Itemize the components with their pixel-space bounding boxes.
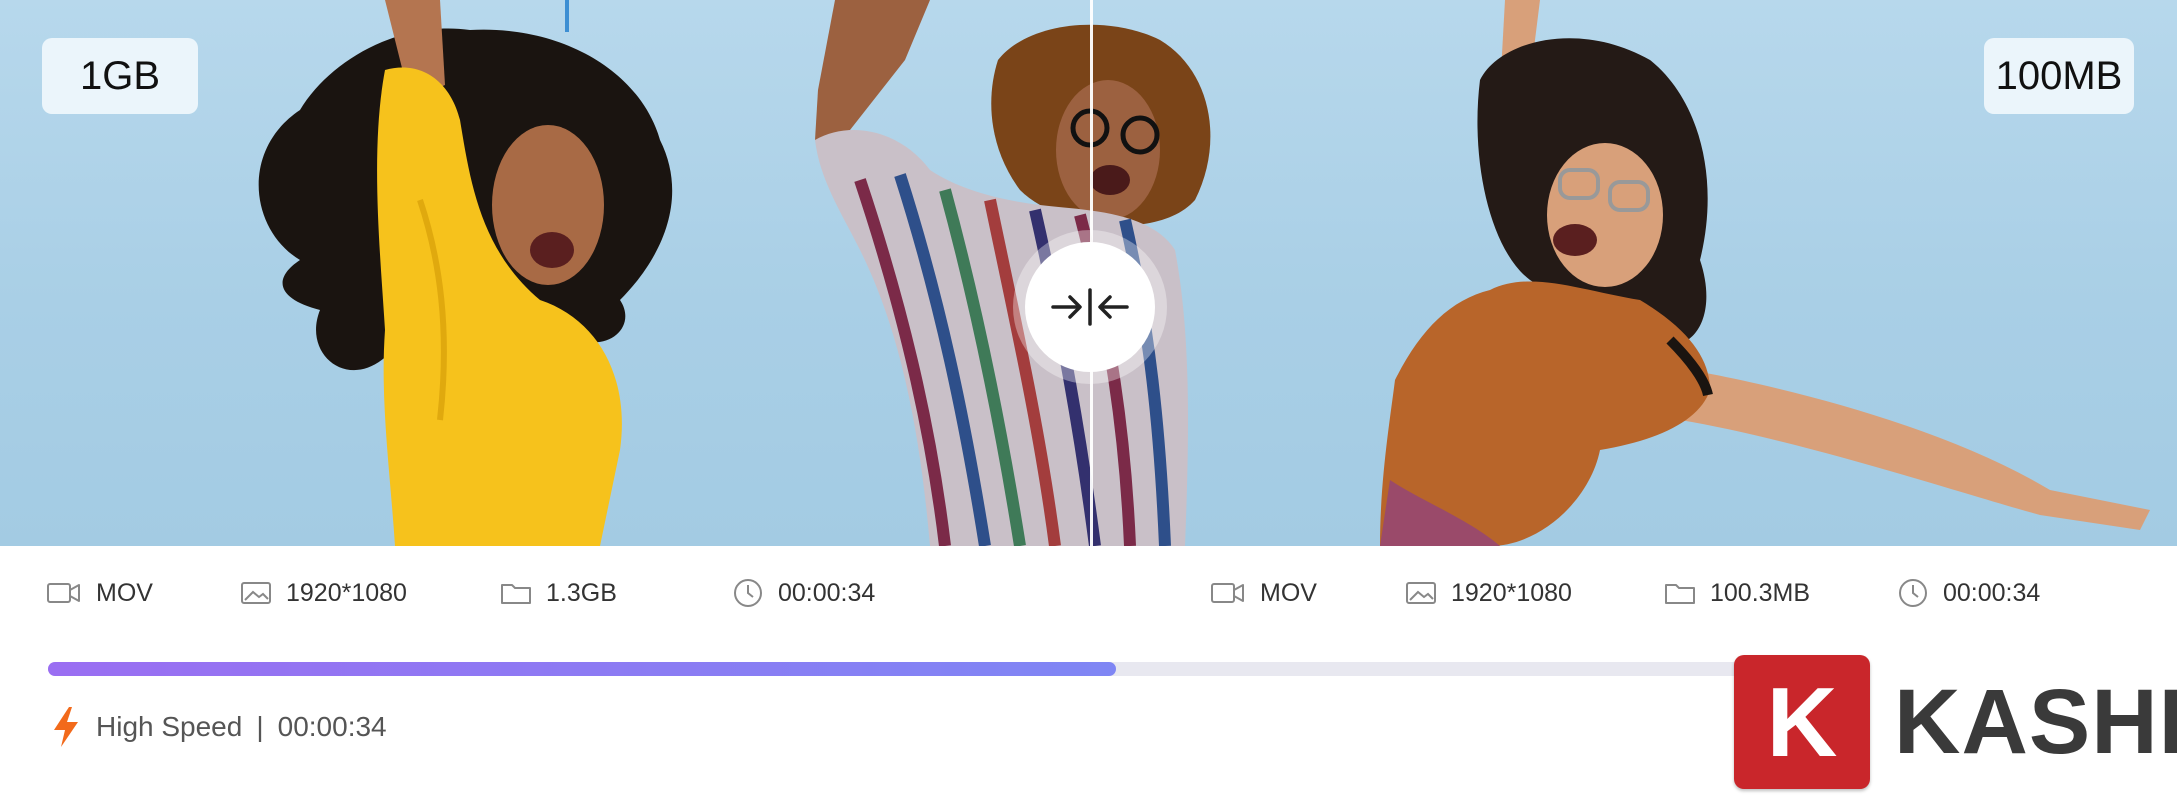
speed-status: High Speed | 00:00:34 xyxy=(50,704,387,750)
compression-progress-fill xyxy=(48,662,1116,676)
lightning-bolt-icon xyxy=(54,707,78,747)
image-icon xyxy=(241,582,271,604)
original-size-badge: 1GB xyxy=(42,38,198,114)
kashi-watermark: K KASHI xyxy=(1734,655,2177,789)
compare-slider-handle[interactable] xyxy=(1025,242,1155,372)
folder-icon xyxy=(1665,584,1695,604)
video-camera-icon xyxy=(47,583,80,603)
speed-mode-label: High Speed xyxy=(96,711,243,742)
dancer-middle xyxy=(815,0,1211,546)
original-file-size: 1.3GB xyxy=(500,576,617,610)
original-resolution-label: 1920*1080 xyxy=(286,578,407,607)
video-compressor-card: 1GB 100MB MOV 1920*1080 1.3GB 00:00:34 M… xyxy=(0,0,2177,800)
compressed-format: MOV xyxy=(1210,576,1317,610)
folder-icon xyxy=(501,584,531,604)
video-preview: 1GB 100MB xyxy=(0,0,2177,546)
compressed-file-size: 100.3MB xyxy=(1664,576,1810,610)
original-duration-label: 00:00:34 xyxy=(778,578,876,607)
compress-arrows-icon xyxy=(1051,288,1129,326)
compressed-resolution-label: 1920*1080 xyxy=(1451,578,1572,607)
clock-icon xyxy=(1899,579,1927,607)
dancer-left xyxy=(258,0,673,546)
kashi-logo-text: KASHI xyxy=(1894,670,2177,773)
elapsed-time-label: 00:00:34 xyxy=(277,711,387,742)
clock-icon xyxy=(734,579,762,607)
compressed-duration: 00:00:34 xyxy=(1897,576,2040,610)
compressed-duration-label: 00:00:34 xyxy=(1943,578,2041,607)
original-duration: 00:00:34 xyxy=(732,576,875,610)
compression-progress-bar xyxy=(48,662,1828,676)
compressed-file-size-label: 100.3MB xyxy=(1710,578,1811,607)
compressed-size-badge: 100MB xyxy=(1984,38,2134,114)
video-camera-icon xyxy=(1211,583,1244,603)
original-file-size-label: 1.3GB xyxy=(546,578,617,607)
compressed-format-label: MOV xyxy=(1260,578,1317,607)
compressed-resolution: 1920*1080 xyxy=(1405,576,1572,610)
original-resolution: 1920*1080 xyxy=(240,576,407,610)
original-format-label: MOV xyxy=(96,578,153,607)
speed-separator: | xyxy=(256,711,264,742)
kashi-logo-letter: K xyxy=(1766,666,1838,777)
kashi-logo-box: K xyxy=(1734,655,1870,789)
image-icon xyxy=(1406,582,1436,604)
original-format: MOV xyxy=(46,576,153,610)
